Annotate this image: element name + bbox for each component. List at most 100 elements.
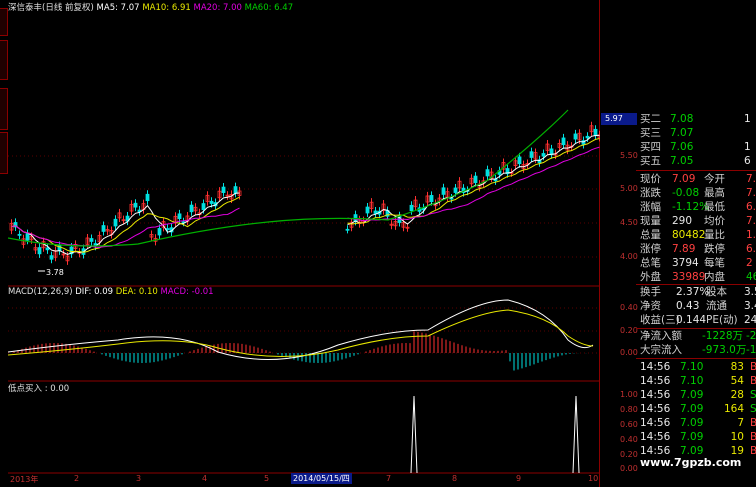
bid-volume: 1 [744,141,751,153]
macd-legend: MACD(12,26,9) DIF: 0.09 DEA: 0.10 MACD: … [8,287,214,297]
bid-price: 7.08 [670,113,694,125]
stat-row: 换手 2.37% 股本 3.58 [640,285,756,299]
stat-label: 跌停 [704,243,725,255]
stat-value: 6. [746,243,756,255]
candle-body [593,128,598,137]
stat-row: 涨跌 -0.08 最高 7. [640,186,756,200]
stat-row: 现量 290 均价 7. [640,214,756,228]
candle-body [221,186,226,193]
candle-body [441,187,446,195]
bid-price: 7.05 [670,155,694,167]
stat-value: 33989 [672,271,706,283]
dea-line [8,309,594,357]
stat-value: 3794 [672,257,699,269]
tick-time: 14:56 [640,403,671,415]
candle-body [573,133,578,140]
candle-body [449,197,454,200]
tick-price: 7.09 [680,389,704,401]
tick-price: 7.10 [680,375,704,387]
stat-value: 80482 [672,229,706,241]
tick-price: 7.09 [680,417,704,429]
tick-row: 14:56 7.09 10 B [640,430,756,444]
stat-value: 1. [746,229,756,241]
candle-body [113,218,118,227]
flow-row: 净流入额 -1228万 -2 [640,329,756,343]
side-tab-4[interactable] [0,132,8,174]
stat-label: 换手 [640,286,661,298]
stat-value: 464 [746,271,756,283]
candle-body [529,151,534,158]
stat-label: 净资 [640,300,661,312]
stat-label: 涨停 [640,243,661,255]
stat-value: 2.37% [676,286,710,298]
stat-label: 收益(三) [640,314,680,326]
side-tab-2[interactable] [0,40,8,80]
candle-body [373,210,378,214]
low-buy-spike [572,395,580,474]
stat-label: PE(动) [706,314,738,326]
time-tick: 2 [74,474,80,483]
bid-volume: 1 [744,113,751,125]
stat-label: 外盘 [640,271,661,283]
low-price-label: 3.78 [46,268,64,277]
side-tab-1[interactable] [0,8,8,36]
stat-label: 现量 [640,215,661,227]
tick-row: 14:56 7.10 54 B [640,374,756,388]
stat-row: 涨停 7.89 跌停 6. [640,242,756,256]
stat-label: 最低 [704,201,725,213]
candle-body [561,137,566,146]
tick-volume: 164 [724,403,745,415]
candle-body [45,247,50,251]
stat-value: 3.40 [744,300,756,312]
macd-histogram [13,331,587,371]
stat-label: 今开 [704,173,725,185]
tick-time: 14:56 [640,431,671,443]
tick-time: 14:56 [640,389,671,401]
stat-label: 涨幅 [640,201,661,213]
moving-average-lines [8,109,600,255]
stat-value: 0.43 [676,300,700,312]
kline-chart[interactable]: 3.78 [8,0,600,487]
candle-body [145,193,150,202]
stat-row: 外盘 33989 内盘 464 [640,270,756,284]
stat-value: 6. [746,201,756,213]
dif-line [8,299,594,361]
tick-row: 14:56 7.09 28 S [640,388,756,402]
tick-volume: 28 [730,389,744,401]
bid-row: 买三 7.07 [640,126,693,140]
candle-body [157,228,162,236]
time-tick: 5 [264,474,270,483]
candle-body [89,238,94,242]
tick-direction: S [750,389,756,401]
bid-row: 买四 7.06 1 [640,140,751,154]
stat-label: 量比 [704,229,725,241]
side-tab-3[interactable] [0,88,8,130]
candle-body [345,228,350,231]
candle-body [209,200,214,204]
candle-body [541,153,546,157]
low-buy-legend: 低点买入 : 0.00 [8,382,69,394]
tick-price: 7.10 [680,361,704,373]
flow-label: 净流入额 [640,330,682,342]
flow-extra: -1 [746,344,756,356]
left-tab-strip [0,0,8,487]
dif-legend: DIF: 0.09 [75,287,114,297]
bid-label: 买四 [640,141,661,153]
low-buy-signal [410,395,580,474]
candle-body [517,156,522,165]
candle-body [453,187,458,193]
ma10-legend: MA10: 6.91 [142,3,191,13]
candle-body [177,213,182,220]
candle-body [409,204,414,212]
stat-label: 均价 [704,215,725,227]
low-buy-label: 低点买入 : 0.00 [8,384,70,394]
tick-price: 7.09 [680,431,704,443]
candle-body [365,206,370,214]
stat-value: 7. [746,173,756,185]
stock-title: 深信泰丰(日线 前复权) [8,3,94,13]
time-axis: 2013年 2 3 4 5 2014/05/15/四 7 8 9 10 [8,473,600,487]
tick-volume: 7 [737,417,744,429]
stat-value: 7.89 [672,243,696,255]
bid-label: 买五 [640,155,661,167]
stat-row: 现价 7.09 今开 7. [640,172,756,186]
